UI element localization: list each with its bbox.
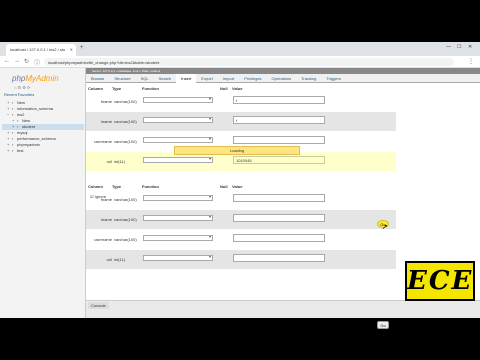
maximize-icon[interactable]: ☐	[457, 44, 461, 50]
value-input[interactable]: t	[233, 116, 325, 124]
tree-item-label: student	[22, 124, 36, 129]
tab-export[interactable]: Export	[196, 76, 218, 81]
recent-favorites[interactable]: Recent Favorites	[4, 92, 34, 97]
logo-php: php	[12, 74, 26, 83]
tree-item-label: information_schema	[17, 106, 54, 111]
form-row: fname varchar(100)	[86, 190, 396, 209]
tab-tracking[interactable]: Tracking	[296, 76, 321, 81]
value-input[interactable]	[233, 234, 325, 242]
value-input[interactable]	[233, 136, 325, 144]
column-type: int(11)	[114, 257, 126, 262]
value-input[interactable]: 1010045	[233, 156, 325, 164]
function-select[interactable]	[143, 254, 213, 261]
function-select[interactable]	[143, 136, 213, 143]
value-input[interactable]	[233, 254, 325, 262]
value-input[interactable]: t	[233, 96, 325, 104]
column-name: username	[94, 237, 112, 242]
column-name: roll	[106, 257, 112, 262]
phpmyadmin-logo[interactable]: phpMyAdmin	[12, 74, 59, 83]
column-type: varchar(100)	[114, 139, 137, 144]
column-type: varchar(100)	[114, 217, 137, 222]
tree-item-label: phpmyadmin	[17, 142, 40, 147]
logo-myadmin: MyAdmin	[25, 74, 59, 83]
column-type: varchar(100)	[114, 99, 137, 104]
function-select[interactable]	[143, 116, 213, 123]
tree-item-label: New	[22, 118, 31, 123]
tab-title: localhost / 127.0.0.1 / ins2 / stu	[10, 47, 66, 52]
form-row: username varchar(100)	[86, 230, 396, 249]
database-tree: + ▪ New + ▪ information_schema − ▪ ins2 + ▪ New + ▪ st…	[2, 100, 84, 154]
loading-banner: Loading	[174, 146, 300, 155]
tree-item-label: test	[17, 148, 24, 153]
tree-item-label: performance_schema	[17, 136, 56, 141]
console-bar: Console	[86, 300, 480, 318]
form-row: lnamevarchar(100) t	[86, 112, 396, 131]
tab-triggers[interactable]: Triggers	[321, 76, 346, 81]
tab-bar: localhost / 127.0.0.1 / ins2 / stu ✕ + —…	[0, 42, 480, 56]
tab-search[interactable]: Search	[154, 76, 177, 81]
ignore-label: Ignore	[94, 194, 107, 199]
value-input[interactable]	[233, 214, 325, 222]
tree-item-label: mysql	[17, 130, 28, 135]
form-row: roll int(11)	[86, 250, 396, 269]
tab-insert[interactable]: Insert	[176, 73, 197, 83]
info-icon[interactable]: ⓘ	[34, 58, 40, 67]
column-name: lname	[101, 217, 112, 222]
tree-item[interactable]: + ▪ test	[2, 148, 84, 154]
column-type: varchar(100)	[114, 119, 137, 124]
function-select[interactable]	[143, 156, 213, 163]
tab-import[interactable]: Import	[218, 76, 239, 81]
tree-item-label: ins2	[17, 112, 25, 117]
menu-icon[interactable]: ⋮	[468, 58, 474, 65]
browser-tab[interactable]: localhost / 127.0.0.1 / ins2 / stu ✕	[6, 44, 76, 56]
forward-icon[interactable]: →	[14, 58, 20, 64]
column-name: fname	[100, 99, 112, 104]
tab-privileges[interactable]: Privileges	[239, 76, 266, 81]
tab-sql[interactable]: SQL	[136, 76, 154, 81]
close-icon[interactable]: ✕	[70, 47, 73, 52]
function-select[interactable]	[143, 234, 213, 241]
console-button[interactable]: Console	[88, 302, 109, 309]
tab-structure[interactable]: Structure	[109, 76, 135, 81]
value-input[interactable]	[233, 194, 325, 202]
tab-browse[interactable]: Browse	[86, 76, 109, 81]
new-tab-icon[interactable]: +	[80, 45, 84, 51]
column-type: int(11)	[114, 159, 126, 164]
function-select[interactable]	[143, 96, 213, 103]
tab-operations[interactable]: Operations	[267, 76, 297, 81]
form-row: fnamevarchar(100) t	[86, 92, 396, 111]
url-input[interactable]: localhost/phpmyadmin/tbl_change.php?db=i…	[44, 58, 454, 66]
ignore-checkbox[interactable]: ☑ Ignore	[90, 194, 106, 199]
column-name: username	[94, 139, 112, 144]
window-close-icon[interactable]: ✕	[468, 44, 472, 50]
column-type: varchar(100)	[114, 197, 137, 202]
tree-item-label: New	[17, 100, 26, 105]
function-select[interactable]	[143, 214, 213, 221]
function-select[interactable]	[143, 194, 213, 201]
column-name: roll	[106, 159, 112, 164]
back-icon[interactable]: ←	[4, 58, 10, 64]
column-type: varchar(100)	[114, 237, 137, 242]
ece-logo: ECE	[405, 261, 475, 301]
column-name: lname	[101, 119, 112, 124]
mouse-cursor: ➚	[382, 224, 388, 231]
table-tabs: Browse Structure SQL Search Insert Export Impo…	[86, 73, 480, 83]
sidebar-icons[interactable]: ⌂ ☰ ⚙ ⟳	[14, 85, 30, 90]
form-row: lname varchar(100)	[86, 210, 396, 229]
address-bar: ← → ↻ ⓘ localhost/phpmyadmin/tbl_change.…	[0, 56, 480, 68]
reload-icon[interactable]: ↻	[24, 58, 29, 65]
go-button-2[interactable]: Go	[377, 321, 389, 329]
minimize-icon[interactable]: —	[446, 44, 451, 50]
sidebar: phpMyAdmin ⌂ ☰ ⚙ ⟳ Recent Favorites + ▪ Ne…	[0, 68, 86, 318]
